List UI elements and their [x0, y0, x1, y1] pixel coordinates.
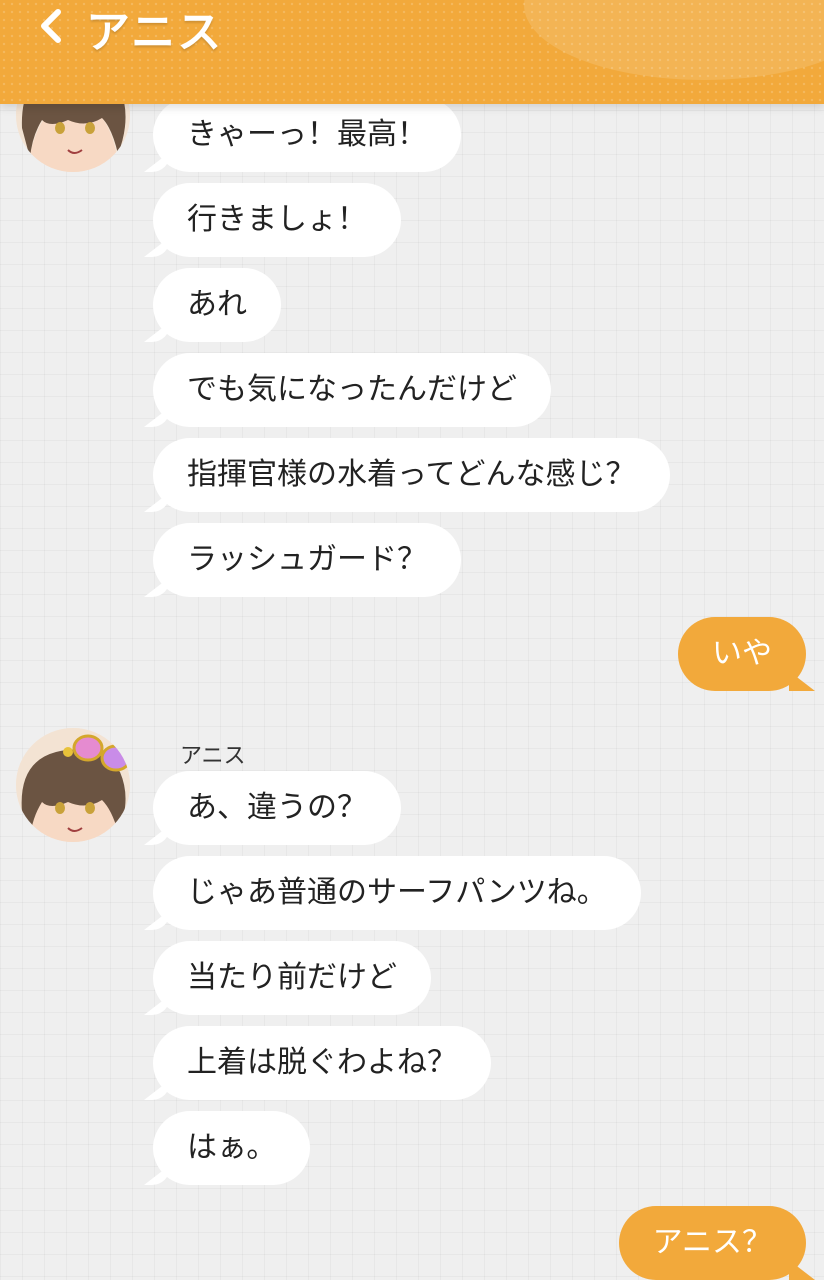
message-bubble: 指揮官様の水着ってどんな感じ？ — [153, 438, 670, 512]
message-bubble: 上着は脱ぐわよね？ — [153, 1026, 491, 1100]
message-bubble: 当たり前だけど — [153, 941, 431, 1015]
message-bubble: でも気になったんだけど — [153, 353, 551, 427]
message-bubble: ラッシュガード？ — [153, 523, 461, 597]
message-bubble: じゃあ普通のサーフパンツね。 — [153, 856, 641, 930]
message-bubble: きゃーっ！最高！ — [153, 98, 461, 172]
message-bubble: あ、違うの？ — [153, 771, 401, 845]
sender-name: アニス — [180, 744, 246, 769]
reply-bubble: いや — [678, 617, 806, 691]
avatar[interactable] — [16, 728, 130, 842]
message-bubble: 行きましょ！ — [153, 183, 401, 257]
chat-title: アニス — [86, 7, 224, 58]
reply-bubble: アニス？ — [618, 1206, 806, 1280]
chat-header: アニス — [0, 0, 824, 104]
chevron-left-icon[interactable] — [32, 4, 72, 48]
message-bubble: あれ — [153, 268, 281, 342]
header-decoration — [524, 0, 824, 80]
message-bubble: はぁ。 — [153, 1111, 311, 1185]
